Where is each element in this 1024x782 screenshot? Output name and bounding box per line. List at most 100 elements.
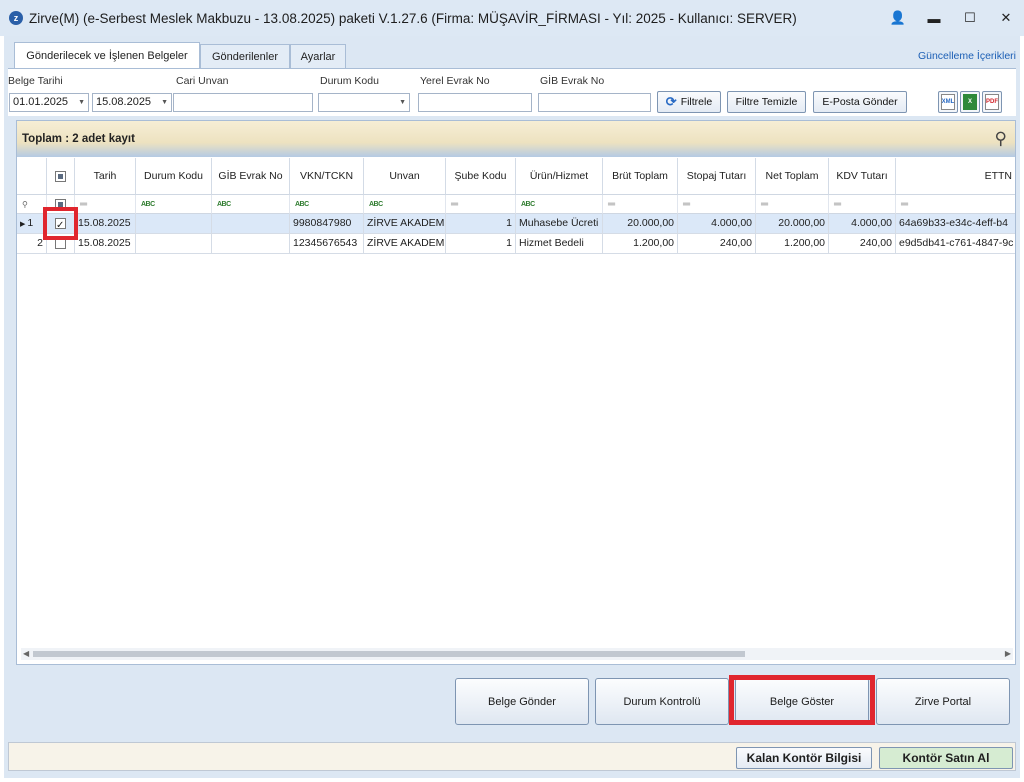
cell-urun-hizmet[interactable]: Muhasebe Ücreti [516,214,603,234]
col-gib-evrak-no[interactable]: GİB Evrak No [212,158,290,195]
minimize-icon[interactable]: ▬ [916,0,952,36]
tab-ayarlar[interactable]: Ayarlar [290,44,346,69]
filter-ettn[interactable]: ═ [896,195,1015,214]
filter-brut-toplam[interactable]: ═ [603,195,678,214]
col-stopaj-tutari[interactable]: Stopaj Tutarı [678,158,756,195]
chevron-down-icon[interactable]: ▼ [78,94,85,111]
cell-ettn[interactable]: 64a69b33-e34c-4eff-b4 [896,214,1015,234]
cell-durum-kodu[interactable] [136,234,212,254]
cell-sube-kodu[interactable]: 1 [446,234,516,254]
excel-icon: X [963,94,977,110]
col-sube-kodu[interactable]: Şube Kodu [446,158,516,195]
abc-icon: ABC [141,200,155,208]
filter-gib-evrak-no[interactable]: ABC [212,195,290,214]
group-panel: Toplam : 2 adet kayıt ⚲ [17,121,1015,157]
cell-urun-hizmet[interactable]: Hizmet Bedeli [516,234,603,254]
row-indicator-header [17,158,47,195]
col-ettn[interactable]: ETTN [896,158,1015,195]
cell-kdv-tutari[interactable]: 4.000,00 [829,214,896,234]
durum-kodu-label: Durum Kodu [320,75,379,87]
cell-brut-toplam[interactable]: 20.000,00 [603,214,678,234]
update-notes-link[interactable]: Güncelleme İçerikleri [918,50,1016,62]
filter-net-toplam[interactable]: ═ [756,195,829,214]
abc-icon: ABC [217,200,231,208]
maximize-icon[interactable]: ☐ [952,0,988,36]
abc-icon: ABC [369,200,383,208]
col-urun-hizmet[interactable]: Ürün/Hizmet [516,158,603,195]
cell-tarih[interactable]: 15.08.2025 [75,234,136,254]
cell-gib-evrak-no[interactable] [212,214,290,234]
cell-unvan[interactable]: ZİRVE AKADEMİ [364,214,446,234]
chevron-down-icon[interactable]: ▼ [399,94,406,111]
cell-durum-kodu[interactable] [136,214,212,234]
cell-stopaj-tutari[interactable]: 4.000,00 [678,214,756,234]
col-vkn-tckn[interactable]: VKN/TCKN [290,158,364,195]
tab-gonderilenler[interactable]: Gönderilenler [200,44,290,69]
cell-gib-evrak-no[interactable] [212,234,290,254]
cell-brut-toplam[interactable]: 1.200,00 [603,234,678,254]
filter-stopaj-tutari[interactable]: ═ [678,195,756,214]
table-row[interactable]: 2 15.08.2025 12345676543 ZİRVE AKADEMİ 1… [17,234,1015,254]
clear-filter-button[interactable]: Filtre Temizle [727,91,806,113]
cell-tarih[interactable]: 15.08.2025 [75,214,136,234]
belge-gonder-button[interactable]: Belge Gönder [455,678,589,725]
col-durum-kodu[interactable]: Durum Kodu [136,158,212,195]
filter-vkn-tckn[interactable]: ABC [290,195,364,214]
cell-sube-kodu[interactable]: 1 [446,214,516,234]
cell-vkn-tckn[interactable]: 9980847980 [290,214,364,234]
chevron-down-icon[interactable]: ▼ [161,94,168,111]
gib-evrak-input[interactable] [538,93,651,112]
xml-icon: XML [941,94,955,110]
filter-kdv-tutari[interactable]: ═ [829,195,896,214]
cari-unvan-input[interactable] [173,93,313,112]
durum-kodu-select[interactable]: ▼ [318,93,410,112]
filter-urun-hizmet[interactable]: ABC [516,195,603,214]
scrollbar-thumb[interactable] [33,651,745,657]
table-row[interactable]: ▶ 1 15.08.2025 9980847980 ZİRVE AKADEMİ … [17,214,1015,234]
col-net-toplam[interactable]: Net Toplam [756,158,829,195]
highlight-box [43,207,78,240]
search-icon[interactable]: ⚲ [995,129,1007,149]
col-brut-toplam[interactable]: Brüt Toplam [603,158,678,195]
durum-kontrolu-button[interactable]: Durum Kontrolü [595,678,729,725]
horizontal-scrollbar[interactable]: ◀ ▶ [21,648,1013,660]
filter-button[interactable]: ⟳ Filtrele [657,91,721,113]
col-tarih[interactable]: Tarih [75,158,136,195]
cell-net-toplam[interactable]: 1.200,00 [756,234,829,254]
cell-stopaj-tutari[interactable]: 240,00 [678,234,756,254]
records-grid: Toplam : 2 adet kayıt ⚲ Tarih Durum Kodu… [16,120,1016,665]
yerel-evrak-input[interactable] [418,93,532,112]
buy-kontor-button[interactable]: Kontör Satın Al [879,747,1013,769]
col-kdv-tutari[interactable]: KDV Tutarı [829,158,896,195]
close-icon[interactable]: ✕ [988,0,1024,36]
export-pdf-button[interactable]: PDF [982,91,1002,113]
cell-vkn-tckn[interactable]: 12345676543 [290,234,364,254]
cell-kdv-tutari[interactable]: 240,00 [829,234,896,254]
filter-unvan[interactable]: ABC [364,195,446,214]
belge-tarihi-label: Belge Tarihi [8,75,63,87]
user-icon[interactable]: 👤 [880,0,916,36]
filter-durum-kodu[interactable]: ABC [136,195,212,214]
scroll-left-icon[interactable]: ◀ [23,648,29,660]
zirve-portal-button[interactable]: Zirve Portal [876,678,1010,725]
col-unvan[interactable]: Unvan [364,158,446,195]
kontor-info-button[interactable]: Kalan Kontör Bilgisi [736,747,872,769]
email-send-button[interactable]: E-Posta Gönder [813,91,907,113]
filter-panel: Belge Tarihi 01.01.2025 ▼ 15.08.2025 ▼ C… [8,68,1016,116]
filter-tarih[interactable]: ═ [75,195,136,214]
tab-gonderilecek[interactable]: Gönderilecek ve İşlenen Belgeler [14,42,200,69]
cell-net-toplam[interactable]: 20.000,00 [756,214,829,234]
select-all-checkbox[interactable] [55,170,66,182]
export-xml-button[interactable]: XML [938,91,958,113]
date-from-field[interactable]: 01.01.2025 ▼ [9,93,89,112]
equals-icon: ═ [834,198,842,210]
filter-sube-kodu[interactable]: ═ [446,195,516,214]
cell-ettn[interactable]: e9d5db41-c761-4847-9c [896,234,1015,254]
select-all-header[interactable] [47,158,75,195]
date-to-field[interactable]: 15.08.2025 ▼ [92,93,172,112]
equals-icon: ═ [761,198,769,210]
abc-icon: ABC [295,200,309,208]
export-excel-button[interactable]: X [960,91,980,113]
cell-unvan[interactable]: ZİRVE AKADEMİ [364,234,446,254]
scroll-right-icon[interactable]: ▶ [1005,648,1011,660]
